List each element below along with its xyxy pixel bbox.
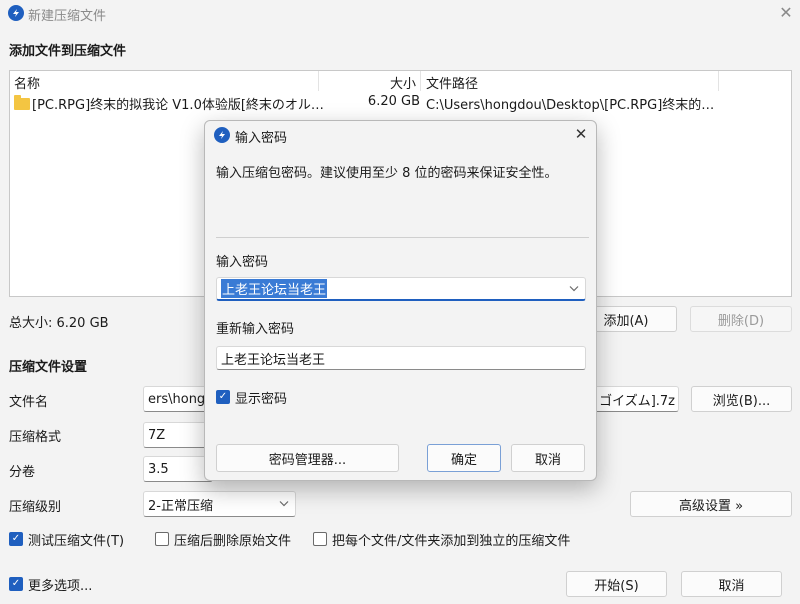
filename-value: ers\hong	[148, 391, 206, 407]
window-close-icon[interactable]: ✕	[774, 2, 798, 24]
volume-select[interactable]: 3.5	[143, 456, 213, 482]
reenter-password-label: 重新输入密码	[216, 322, 295, 337]
settings-section-title: 压缩文件设置	[9, 360, 88, 375]
table-row[interactable]: [PC.RPG]终末的拟我论 V1.0体验版[終末のオル… 6.20 GB C:…	[10, 92, 791, 113]
advanced-settings-button[interactable]: 高级设置 »	[630, 491, 792, 517]
dialog-cancel-button[interactable]: 取消	[511, 444, 585, 472]
dialog-close-icon[interactable]: ✕	[571, 124, 591, 144]
dialog-app-icon	[214, 127, 230, 143]
chevron-down-icon	[279, 499, 289, 510]
password-input[interactable]: 上老王论坛当老王	[216, 277, 586, 301]
reenter-password-value: 上老王论坛当老王	[221, 352, 326, 368]
compression-level-select[interactable]: 2-正常压缩	[143, 491, 296, 517]
delete-after-label: 压缩后删除原始文件	[174, 533, 292, 549]
cancel-button[interactable]: 取消	[681, 571, 782, 597]
column-header-path[interactable]: 文件路径	[426, 73, 478, 92]
reenter-password-input[interactable]: 上老王论坛当老王	[216, 346, 586, 370]
app-logo-icon	[8, 5, 24, 21]
format-label: 压缩格式	[9, 430, 62, 445]
dialog-divider	[216, 237, 589, 238]
test-archive-checkbox[interactable]: ✓ 测试压缩文件(T)	[9, 531, 125, 549]
checkbox-checked-icon: ✓	[9, 577, 23, 591]
show-password-checkbox[interactable]: ✓ 显示密码	[216, 389, 288, 407]
start-button[interactable]: 开始(S)	[566, 571, 667, 597]
more-options-checkbox[interactable]: ✓ 更多选项...	[9, 576, 93, 594]
dialog-title: 输入密码	[235, 131, 288, 146]
ok-button[interactable]: 确定	[427, 444, 501, 472]
volume-label: 分卷	[9, 465, 36, 480]
browse-button[interactable]: 浏览(B)...	[691, 386, 792, 412]
checkbox-unchecked-icon	[155, 532, 169, 546]
column-header-name[interactable]: 名称	[14, 73, 40, 92]
test-archive-label: 测试压缩文件(T)	[28, 533, 125, 549]
dialog-description: 输入压缩包密码。建议使用至少 8 位的密码来保证安全性。	[216, 166, 558, 181]
window-title: 新建压缩文件	[28, 9, 107, 24]
column-header-size[interactable]: 大小	[390, 73, 416, 92]
volume-value: 3.5	[148, 461, 169, 477]
filename-value-suffix: ゴイズム].7z	[599, 393, 675, 409]
separate-archives-checkbox[interactable]: 把每个文件/文件夹添加到独立的压缩文件	[313, 531, 571, 549]
file-path-cell: C:\Users\hongdou\Desktop\[PC.RPG]终末的…	[426, 98, 715, 113]
level-label: 压缩级别	[9, 500, 62, 515]
column-separator	[420, 71, 421, 91]
password-label: 输入密码	[216, 255, 269, 270]
files-section-title: 添加文件到压缩文件	[9, 44, 127, 59]
format-value: 7Z	[148, 427, 166, 443]
filename-label: 文件名	[9, 395, 49, 410]
level-value: 2-正常压缩	[148, 498, 213, 514]
password-value: 上老王论坛当老王	[221, 279, 328, 298]
file-name-cell: [PC.RPG]终末的拟我论 V1.0体验版[終末のオル…	[32, 98, 324, 113]
format-select[interactable]: 7Z	[143, 422, 213, 448]
total-size-label: 总大小: 6.20 GB	[9, 316, 109, 331]
password-manager-button[interactable]: 密码管理器...	[216, 444, 399, 472]
delete-button[interactable]: 删除(D)	[690, 306, 792, 332]
folder-icon	[14, 95, 30, 110]
file-size-cell: 6.20 GB	[367, 94, 420, 109]
checkbox-unchecked-icon	[313, 532, 327, 546]
separate-archives-label: 把每个文件/文件夹添加到独立的压缩文件	[332, 533, 571, 549]
more-options-label: 更多选项...	[28, 578, 93, 594]
column-separator	[318, 71, 319, 91]
window-titlebar: 新建压缩文件 ✕	[0, 0, 800, 28]
column-separator	[718, 71, 719, 91]
chevron-down-icon[interactable]	[569, 283, 579, 294]
password-dialog: 输入密码 ✕ 输入压缩包密码。建议使用至少 8 位的密码来保证安全性。 输入密码…	[204, 120, 597, 481]
show-password-label: 显示密码	[235, 391, 288, 407]
delete-after-checkbox[interactable]: 压缩后删除原始文件	[155, 531, 292, 549]
checkbox-checked-icon: ✓	[216, 390, 230, 404]
checkbox-checked-icon: ✓	[9, 532, 23, 546]
